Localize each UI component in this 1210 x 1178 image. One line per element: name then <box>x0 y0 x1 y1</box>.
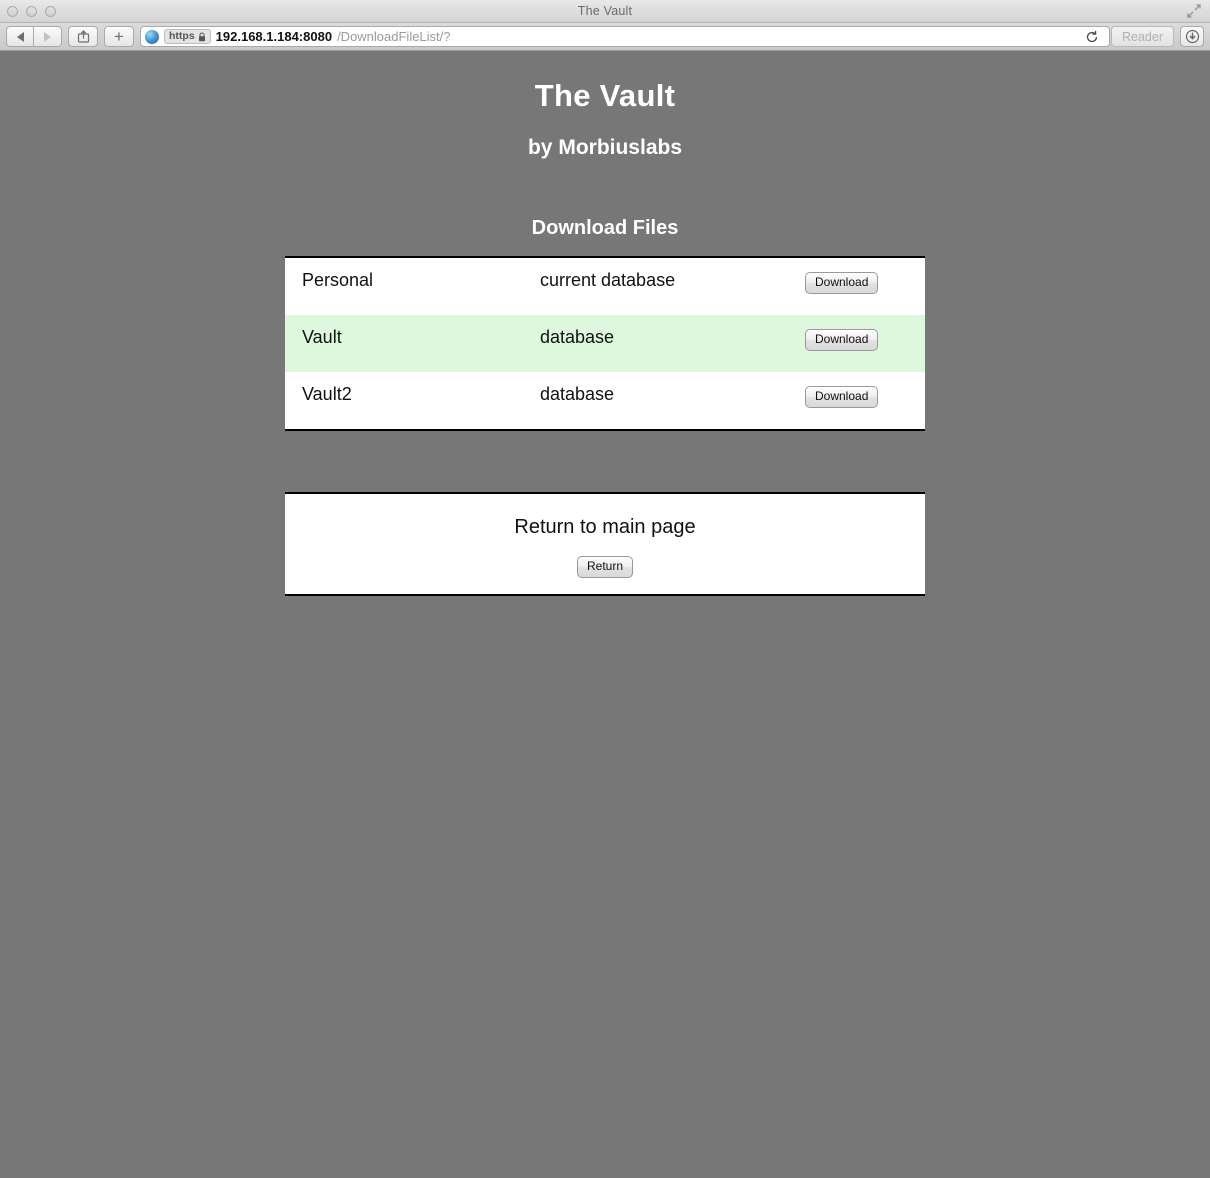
download-button[interactable]: Download <box>805 386 879 408</box>
new-tab-button[interactable]: + <box>104 26 134 47</box>
address-bar[interactable]: https 192.168.1.184:8080 /DownloadFileLi… <box>140 26 1110 47</box>
reload-icon <box>1086 30 1097 42</box>
zoom-button[interactable] <box>45 5 56 17</box>
url-path: /DownloadFileList/? <box>337 29 451 44</box>
return-button[interactable]: Return <box>576 556 634 578</box>
back-button[interactable] <box>6 26 34 47</box>
file-description: database <box>540 327 615 347</box>
file-description: database <box>540 384 615 404</box>
return-button-wrap: Return <box>576 556 634 578</box>
forward-button[interactable] <box>34 26 62 47</box>
return-panel: Return to main page Return <box>285 492 925 596</box>
forward-arrow-icon <box>44 31 51 42</box>
download-button[interactable]: Download <box>805 329 879 351</box>
minimize-button[interactable] <box>26 5 37 17</box>
downloads-icon <box>1185 29 1199 44</box>
url-host: 192.168.1.184:8080 <box>215 29 333 44</box>
status-badge: https <box>164 29 211 44</box>
page-content: The Vault by Morbiuslabs Download Files … <box>0 51 1210 1178</box>
reload-button[interactable] <box>1078 26 1105 47</box>
page-subtitle: by Morbiuslabs <box>527 136 683 159</box>
address-bar-wrap: https 192.168.1.184:8080 /DownloadFileLi… <box>140 26 1110 47</box>
lock-icon <box>198 32 205 41</box>
share-icon <box>77 30 89 43</box>
traffic-lights <box>7 0 56 22</box>
close-button[interactable] <box>7 5 18 17</box>
download-file-table: Personal current database Download Vault… <box>285 256 925 431</box>
return-panel-text: Return to main page <box>514 516 696 538</box>
section-title: Download Files <box>531 217 679 239</box>
page-title: The Vault <box>534 78 676 113</box>
file-name: Vault2 <box>302 384 352 404</box>
file-name: Personal <box>302 270 374 290</box>
file-name: Vault <box>302 327 342 347</box>
window-title: The Vault <box>577 4 633 18</box>
expand-icon[interactable] <box>1186 3 1202 19</box>
window-titlebar: The Vault <box>0 0 1210 23</box>
download-button[interactable]: Download <box>805 272 879 294</box>
file-description: current database <box>540 270 676 290</box>
globe-icon <box>145 29 159 44</box>
plus-icon: + <box>114 27 124 46</box>
file-action-cell: Download <box>805 269 925 294</box>
downloads-button[interactable] <box>1180 26 1204 47</box>
scheme-label: https <box>169 30 195 42</box>
table-row[interactable]: Personal current database Download <box>285 258 925 315</box>
file-action-cell: Download <box>805 326 925 351</box>
browser-window: The Vault + https 192.168.1.184:8080 /Do… <box>0 0 1210 1178</box>
back-arrow-icon <box>16 31 24 42</box>
table-row[interactable]: Vault2 database Download <box>285 372 925 429</box>
browser-toolbar: + https 192.168.1.184:8080 /DownloadFile… <box>0 23 1210 51</box>
file-action-cell: Download <box>805 383 925 408</box>
navigation-buttons <box>6 26 62 47</box>
share-button[interactable] <box>68 26 98 47</box>
reader-button[interactable]: Reader <box>1111 26 1174 47</box>
table-row[interactable]: Vault database Download <box>285 315 925 372</box>
